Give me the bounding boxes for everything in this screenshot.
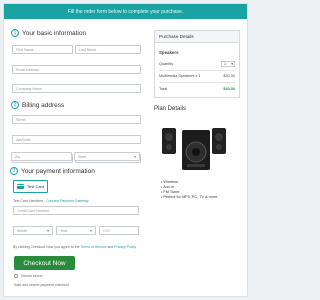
step-2-badge: 2 — [11, 101, 19, 109]
total-value: $30.00 — [223, 87, 235, 91]
credit-card-icon — [17, 184, 24, 189]
secure-server-label: Secure server — [21, 274, 43, 278]
connect-gateway-link[interactable]: Connect Payment Gateway — [46, 199, 89, 203]
speaker-product-image — [162, 128, 226, 170]
test-card-option[interactable]: Test Card — [13, 180, 48, 193]
product-name: Speakers — [159, 50, 179, 55]
purchase-details-title: Purchase Details — [155, 31, 239, 43]
billing-header: 2 Billing address — [11, 101, 64, 109]
chevron-down-icon: ▾ — [133, 154, 136, 159]
divider — [159, 82, 235, 83]
month-select[interactable]: Month ▾ — [13, 226, 53, 235]
plan-features-list: Wireless Aux-in FM Tuner Perfect for MP3… — [161, 180, 217, 200]
first-name-field[interactable]: First Name — [12, 45, 73, 54]
quantity-stepper[interactable]: 1 ▾ — [221, 61, 235, 67]
apt-field[interactable]: Apt/Suite — [12, 135, 141, 144]
chevron-down-icon: ▾ — [231, 62, 233, 66]
line-item-row: Multimedia Speakers x 1 $30.00 — [159, 74, 235, 78]
zip-field[interactable]: Zip — [11, 152, 72, 161]
state-select[interactable]: State ▾ — [74, 152, 140, 161]
email-field[interactable]: Email Address — [12, 65, 141, 74]
street-field[interactable]: Street — [12, 115, 141, 124]
line-item-price: $30.00 — [223, 74, 235, 78]
plan-details-title: Plan Details — [154, 106, 187, 112]
card-handler-text: Test Card Handlers - Connect Payment Gat… — [13, 199, 89, 203]
total-label: Total — [159, 87, 168, 91]
test-card-label: Test Card — [27, 184, 45, 189]
quantity-label: Quantity — [159, 62, 174, 66]
year-select[interactable]: Year ▾ — [56, 226, 96, 235]
basic-info-header: 1 Your basic information — [11, 29, 86, 37]
cvc-field[interactable]: CVC — [99, 226, 139, 235]
divider — [159, 70, 235, 71]
chevron-down-icon: ▾ — [89, 228, 92, 233]
radio-icon[interactable] — [14, 274, 18, 278]
company-field[interactable]: Company Name — [12, 84, 141, 93]
chevron-down-icon: ▾ — [46, 228, 49, 233]
last-name-field[interactable]: Last Name — [75, 45, 141, 54]
step-1-badge: 1 — [11, 29, 19, 37]
checkout-now-button[interactable]: Checkout Now — [14, 256, 75, 270]
step-3-badge: 3 — [10, 167, 18, 175]
safe-checkout-text: Safe and secure payment checkout — [14, 283, 69, 287]
top-banner: Fill the order form below to complete yo… — [4, 4, 247, 19]
quantity-row: Quantity 1 ▾ — [159, 61, 235, 67]
card-number-field[interactable]: Credit Card Number — [13, 206, 139, 215]
feature-item: Perfect for MP3, PC, TV & more — [161, 195, 217, 200]
basic-info-title: Your basic information — [22, 29, 87, 37]
terms-link[interactable]: Terms of Service — [80, 245, 106, 249]
terms-text: By clicking Checkout Now you agree to th… — [13, 245, 137, 249]
payment-header: 3 Your payment information — [10, 167, 95, 175]
billing-title: Billing address — [22, 101, 65, 109]
payment-title: Your payment information — [21, 167, 95, 175]
line-item-label: Multimedia Speakers x 1 — [159, 74, 201, 78]
privacy-link[interactable]: Privacy Policy — [114, 245, 136, 249]
secure-server-row[interactable]: Secure server — [14, 274, 43, 278]
purchase-details-panel: Purchase Details Speakers Quantity 1 ▾ Mu… — [154, 30, 240, 98]
total-row: Total $30.00 — [159, 87, 235, 91]
